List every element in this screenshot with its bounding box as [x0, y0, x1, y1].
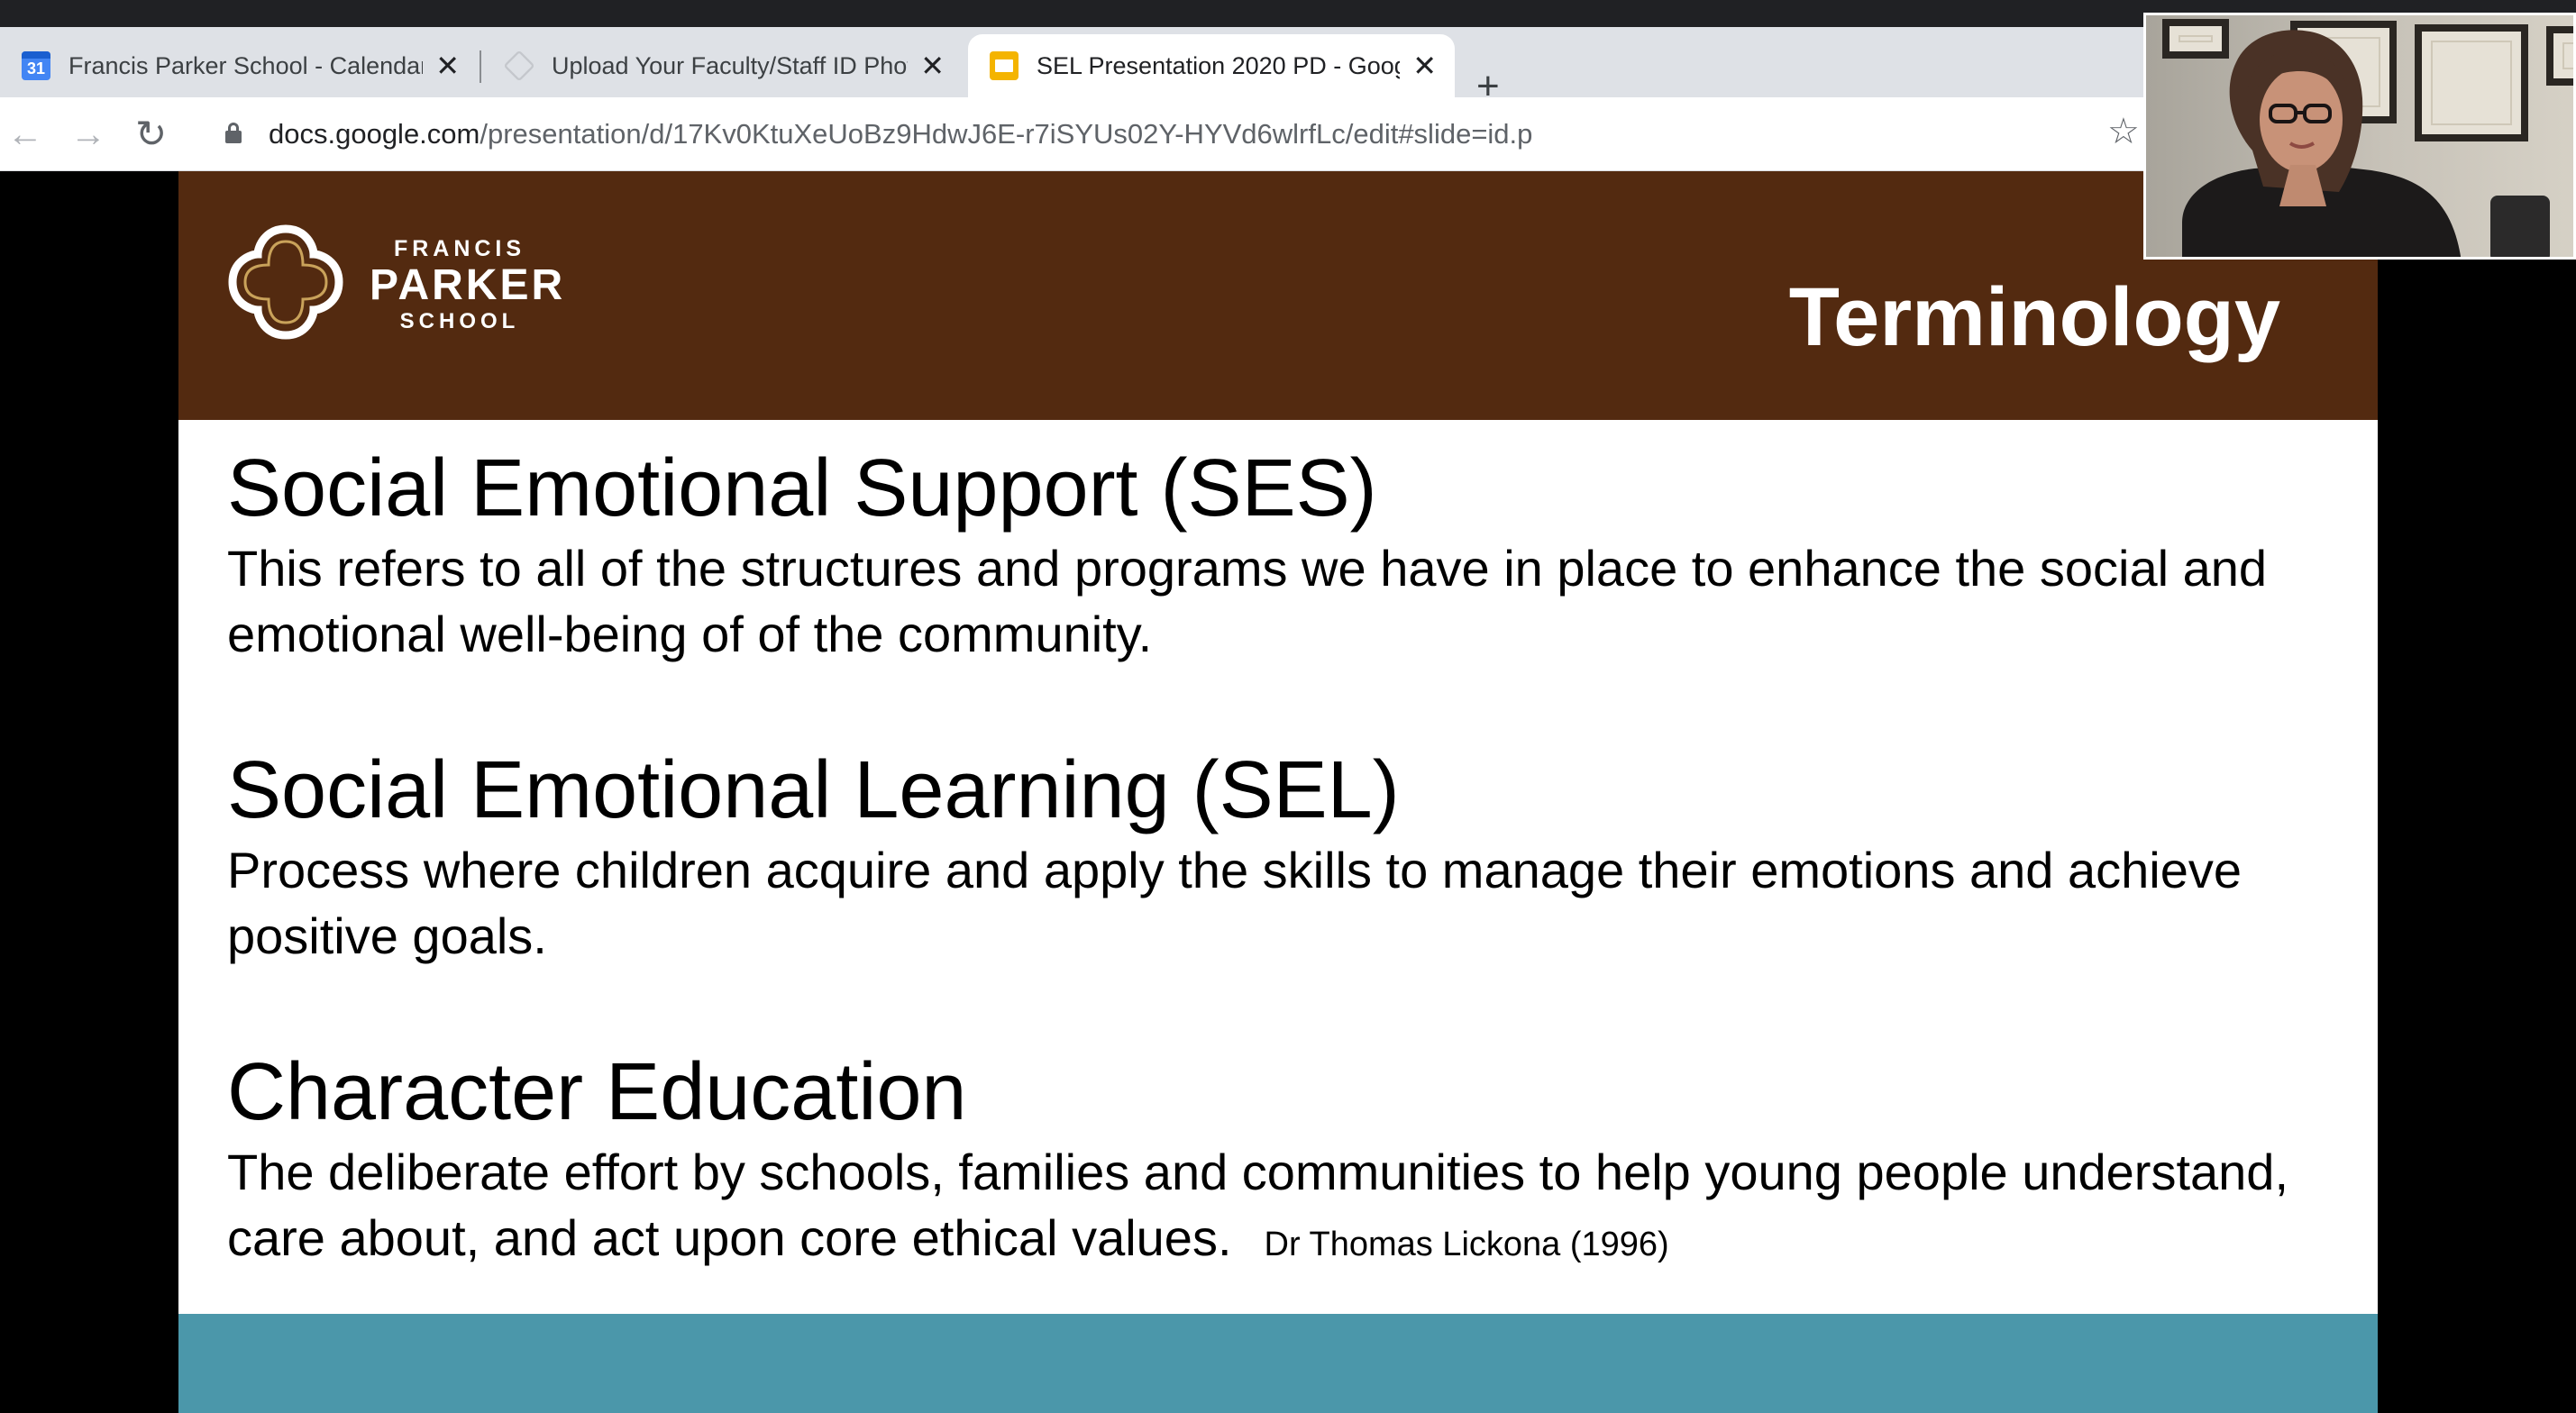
term-heading: Social Emotional Learning (SEL) [227, 745, 1400, 835]
logo-line-top: FRANCIS [393, 236, 526, 261]
close-icon[interactable]: ✕ [920, 51, 945, 80]
term-definition-text: The deliberate effort by schools, famili… [227, 1144, 2289, 1266]
term-definition: This refers to all of the structures and… [227, 540, 2268, 662]
slide-header: FRANCIS PARKER SCHOOL Terminology [178, 171, 2378, 420]
tab-title: SEL Presentation 2020 PD - Google Slides [1037, 51, 1400, 79]
url-text[interactable]: docs.google.com/presentation/d/17Kv0KtuX… [269, 118, 1532, 150]
tab-calendar[interactable]: 31 Francis Parker School - Calendar ✕ [0, 34, 478, 97]
tab-title: Francis Parker School - Calendar [69, 51, 424, 79]
address-bar[interactable]: docs.google.com/presentation/d/17Kv0KtuX… [200, 106, 2147, 162]
term-heading: Character Education [227, 1047, 967, 1137]
tab-upload-photo[interactable]: Upload Your Faculty/Staff ID Photo ✕ [483, 34, 963, 97]
url-path: /presentation/d/17Kv0KtuXeUoBz9HdwJ6E-r7… [480, 118, 1533, 150]
google-calendar-icon: 31 [22, 51, 50, 80]
google-slides-icon [990, 51, 1019, 80]
presenter-silhouette [2182, 30, 2550, 257]
lock-icon[interactable] [225, 123, 242, 143]
close-icon[interactable]: ✕ [1412, 51, 1437, 80]
tab-separator [480, 50, 481, 83]
calendar-date: 31 [26, 59, 46, 77]
term-section-ses: Social Emotional Support (SES) This refe… [227, 443, 2336, 667]
tab-title: Upload Your Faculty/Staff ID Photo [552, 51, 909, 79]
school-logo-wordmark: FRANCIS PARKER SCHOOL [370, 236, 566, 334]
back-button[interactable]: ← [7, 114, 43, 155]
reload-button[interactable]: ↻ [135, 114, 167, 155]
slide-title: Terminology [1788, 271, 2280, 363]
close-icon[interactable]: ✕ [435, 51, 460, 80]
slide-canvas: FRANCIS PARKER SCHOOL Terminology Social… [178, 171, 2378, 1413]
term-definition: The deliberate effort by schools, famili… [227, 1139, 2336, 1278]
bookmark-star-icon[interactable]: ☆ [2107, 112, 2140, 151]
term-definition: Process where children acquire and apply… [227, 842, 2243, 964]
logo-line-bottom: SCHOOL [399, 309, 520, 333]
tab-sel-presentation[interactable]: SEL Presentation 2020 PD - Google Slides… [968, 34, 1455, 97]
term-heading: Social Emotional Support (SES) [227, 443, 1377, 533]
slide-footer-band [178, 1314, 2378, 1413]
term-section-character-education: Character Education The deliberate effor… [227, 1047, 2336, 1278]
citation: Dr Thomas Lickona (1996) [1264, 1226, 1669, 1263]
form-diamond-icon [503, 50, 535, 82]
logo-line-main: PARKER [370, 261, 566, 309]
webcam-video-overlay[interactable] [2143, 13, 2576, 260]
school-logo-icon [228, 224, 343, 340]
url-host: docs.google.com [269, 118, 480, 150]
forward-button[interactable]: → [70, 114, 106, 155]
term-section-sel: Social Emotional Learning (SEL) Process … [227, 745, 2336, 969]
